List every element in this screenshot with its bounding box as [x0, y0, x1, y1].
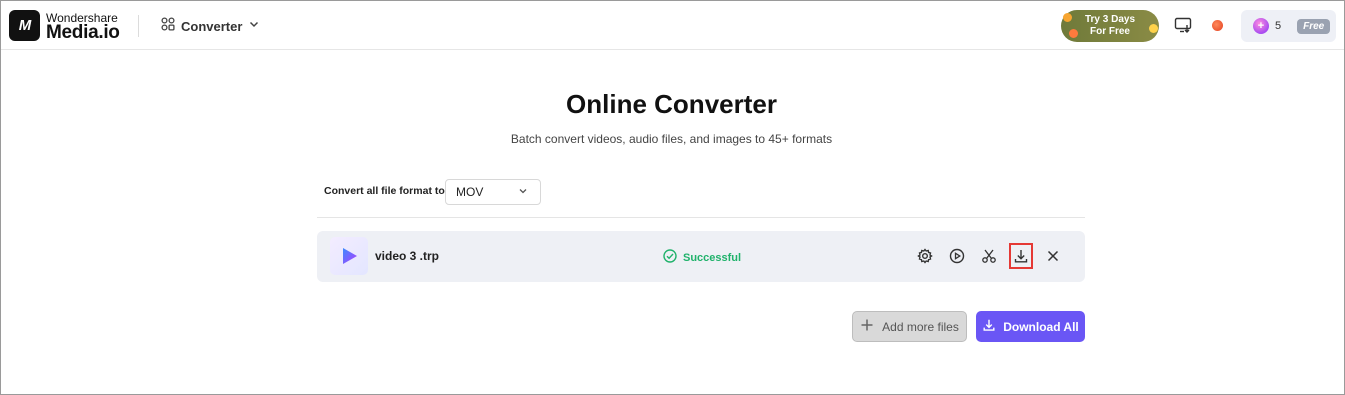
add-more-files-button[interactable]: Add more files: [852, 311, 967, 342]
format-select-value: MOV: [456, 185, 484, 199]
flower-decoration-icon: [1063, 13, 1072, 22]
file-name: video 3 .trp: [375, 249, 440, 263]
add-more-files-label: Add more files: [882, 319, 959, 334]
gear-icon: [917, 248, 933, 264]
scissors-icon: [982, 249, 996, 263]
notification-dot-icon[interactable]: [1212, 20, 1223, 31]
play-circle-icon: [949, 248, 965, 264]
plus-icon: [860, 318, 874, 335]
flower-decoration-icon: [1069, 29, 1078, 38]
chevron-down-icon: [248, 17, 260, 35]
converter-menu-label: Converter: [181, 18, 243, 34]
grid-icon: [161, 16, 175, 36]
video-thumbnail: [330, 237, 368, 275]
top-header: M Wondershare Media.io Converter Try 3 D…: [1, 1, 1344, 50]
format-label: Convert all file format to:: [324, 185, 449, 197]
status-badge: Successful: [663, 249, 741, 266]
play-button[interactable]: [945, 244, 969, 268]
page-subtitle: Batch convert videos, audio files, and i…: [510, 132, 833, 146]
credits-gem-icon: +: [1253, 18, 1269, 34]
converter-menu[interactable]: Converter: [161, 16, 260, 36]
flower-decoration-icon: [1149, 24, 1158, 33]
download-icon: [982, 318, 996, 335]
media-io-logo-icon[interactable]: M: [9, 10, 40, 41]
chevron-down-icon: [518, 185, 528, 199]
window-frame: [0, 0, 1345, 395]
remove-file-button[interactable]: [1041, 244, 1065, 268]
check-circle-icon: [663, 249, 677, 266]
status-text: Successful: [683, 251, 742, 264]
brand-name-bottom[interactable]: Media.io: [46, 22, 120, 44]
close-icon: [1047, 250, 1059, 262]
play-gradient-icon: [343, 248, 357, 264]
format-select[interactable]: MOV: [445, 179, 541, 205]
header-divider: [138, 15, 139, 37]
free-trial-banner[interactable]: Try 3 Days For Free: [1061, 10, 1159, 42]
download-all-button[interactable]: Download All: [976, 311, 1085, 342]
section-divider: [317, 217, 1085, 218]
file-row: video 3 .trp Successful: [317, 231, 1085, 282]
desktop-download-icon[interactable]: [1174, 16, 1192, 39]
trial-line-1: Try 3 Days: [1084, 14, 1136, 25]
plan-badge: Free: [1297, 18, 1331, 34]
download-file-button[interactable]: [1009, 243, 1033, 269]
trim-button[interactable]: [977, 244, 1001, 268]
settings-button[interactable]: [913, 244, 937, 268]
download-icon: [1014, 250, 1028, 263]
download-all-label: Download All: [1003, 319, 1079, 334]
credits-count: 5: [1275, 20, 1282, 32]
credits-panel[interactable]: + 5 Free: [1241, 10, 1336, 42]
page-title: Online Converter: [566, 89, 777, 119]
